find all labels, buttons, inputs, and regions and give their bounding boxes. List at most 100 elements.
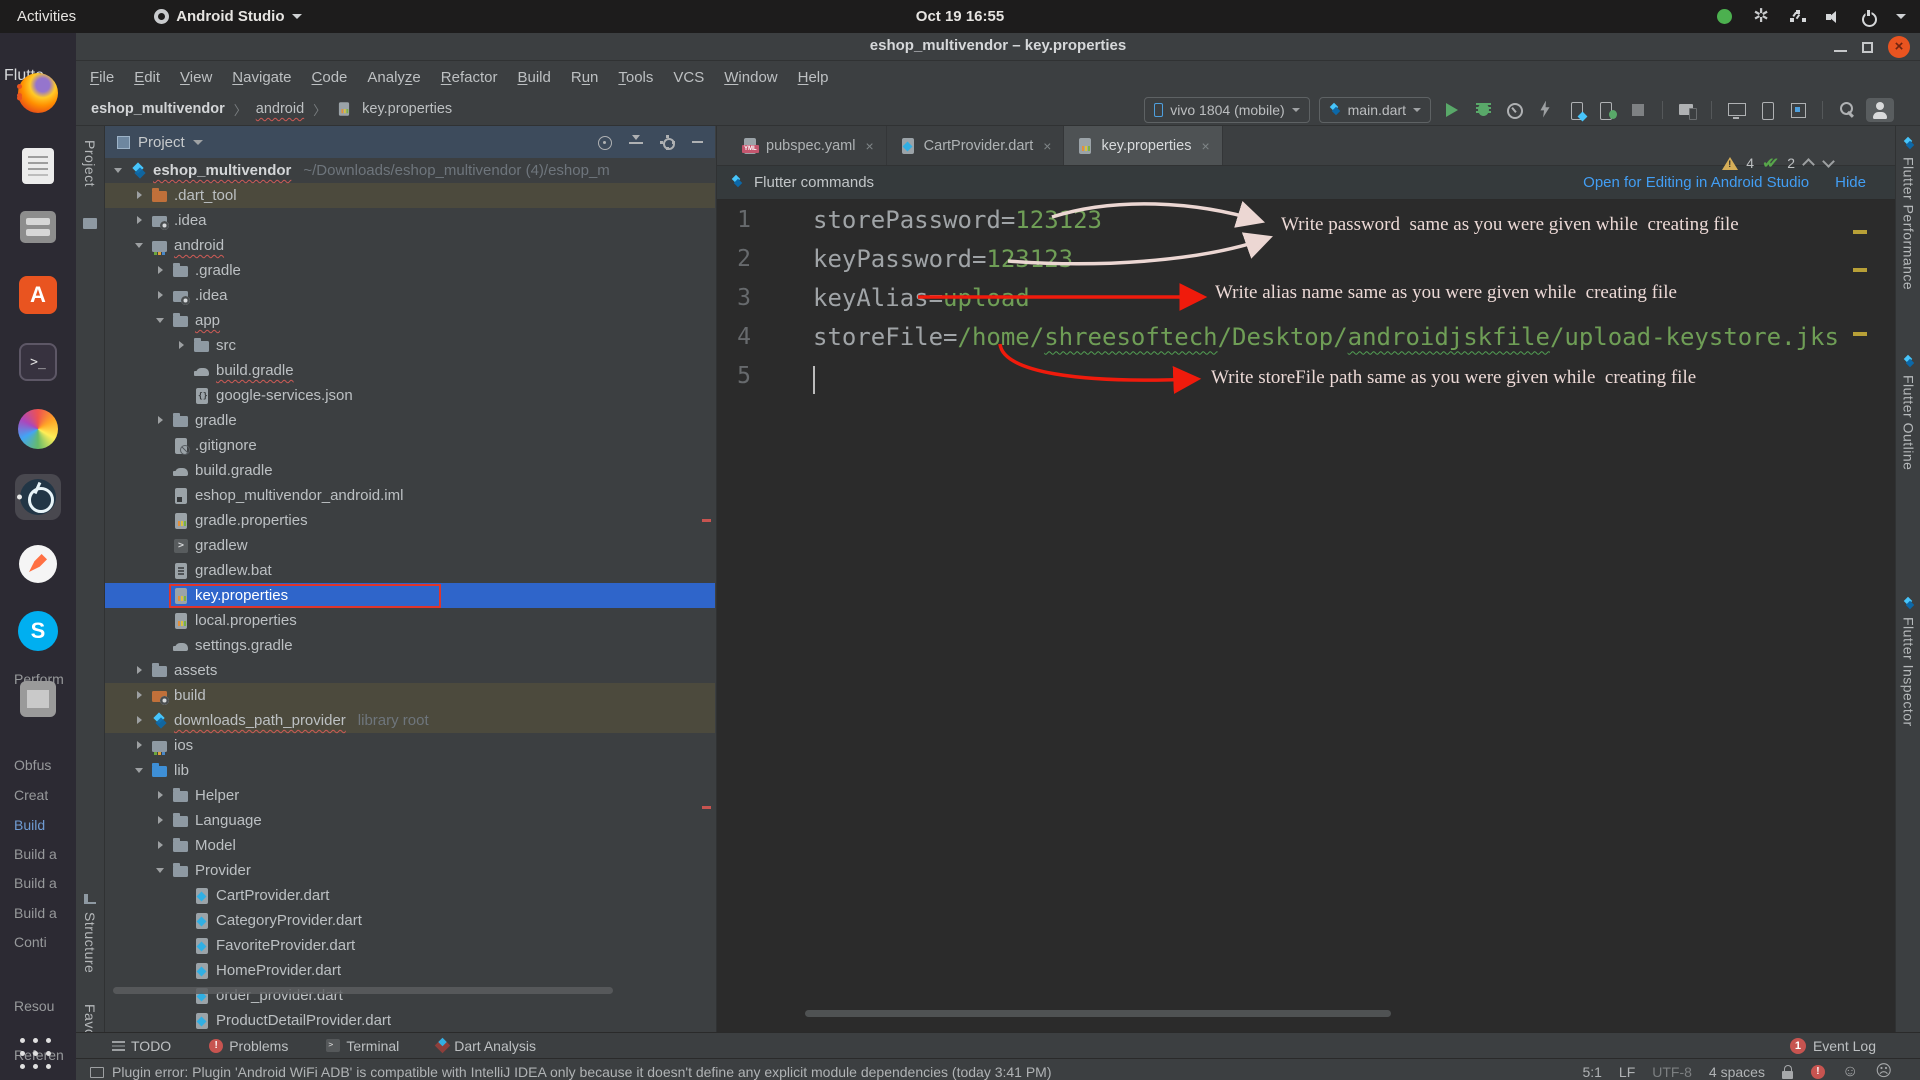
code-editor[interactable]: 1 storePassword=123123 2 keyPassword=123123… bbox=[717, 200, 1896, 1032]
status-green-icon[interactable] bbox=[1717, 9, 1733, 24]
menu-build[interactable]: Build bbox=[507, 69, 560, 86]
close-tab-icon[interactable]: × bbox=[1201, 138, 1209, 154]
hide-link[interactable]: Hide bbox=[1835, 174, 1866, 191]
chevron-right-icon[interactable] bbox=[134, 208, 146, 233]
breadcrumb-item[interactable]: eshop_multivendor bbox=[91, 101, 225, 117]
next-issue-icon[interactable] bbox=[1823, 157, 1835, 169]
stop-icon[interactable] bbox=[1626, 98, 1650, 122]
chevron-right-icon[interactable] bbox=[155, 408, 167, 433]
editor-tab-pubspec.yaml[interactable]: pubspec.yaml × bbox=[729, 126, 887, 165]
indent-setting[interactable]: 4 spaces bbox=[1709, 1064, 1765, 1080]
tree-row[interactable]: build.gradle bbox=[105, 358, 715, 383]
menu-refactor[interactable]: Refactor bbox=[431, 69, 508, 86]
minimize-button[interactable] bbox=[1834, 50, 1847, 52]
code-line[interactable]: 4 storeFile=/home/shreesoftech/Desktop/an… bbox=[717, 317, 1896, 356]
tool-window-button-dart-analysis[interactable]: Dart Analysis bbox=[434, 1038, 536, 1054]
menu-window[interactable]: Window bbox=[714, 69, 787, 86]
system-tray[interactable]: ✲ bbox=[1717, 0, 1906, 33]
menu-file[interactable]: File bbox=[80, 69, 124, 86]
chevron-down-icon[interactable] bbox=[134, 233, 146, 258]
close-tab-icon[interactable]: × bbox=[865, 138, 873, 154]
tree-row[interactable]: key.properties bbox=[105, 583, 715, 608]
previous-issue-icon[interactable] bbox=[1803, 157, 1815, 169]
show-applications-icon[interactable] bbox=[20, 1038, 56, 1074]
maximize-button[interactable] bbox=[1862, 41, 1873, 53]
chevron-right-icon[interactable] bbox=[134, 683, 146, 708]
tree-row[interactable]: CartProvider.dart bbox=[105, 883, 715, 908]
tree-row[interactable]: settings.gradle bbox=[105, 633, 715, 658]
dock-item-text-editor[interactable] bbox=[15, 143, 61, 189]
menu-navigate[interactable]: Navigate bbox=[222, 69, 301, 86]
chevron-right-icon[interactable] bbox=[155, 783, 167, 808]
event-log-button[interactable]: 1 Event Log bbox=[1789, 1037, 1876, 1054]
tool-tab-flutter-outline[interactable]: Flutter Outline bbox=[1896, 356, 1920, 470]
tree-row[interactable]: .dart_tool bbox=[105, 183, 715, 208]
tool-window-button-terminal[interactable]: > Terminal bbox=[326, 1038, 399, 1054]
tool-tab-flutter-inspector[interactable]: Flutter Inspector bbox=[1896, 598, 1920, 727]
tool-tab-project[interactable]: Project bbox=[82, 140, 98, 187]
line-separator[interactable]: LF bbox=[1619, 1064, 1635, 1080]
tree-horizontal-scrollbar[interactable] bbox=[113, 987, 613, 994]
tree-row[interactable]: .gradle bbox=[105, 258, 715, 283]
editor-tab-CartProvider.dart[interactable]: CartProvider.dart × bbox=[887, 126, 1065, 165]
tree-row[interactable]: assets bbox=[105, 658, 715, 683]
attach-icon[interactable] bbox=[1533, 98, 1557, 122]
breadcrumb-item[interactable]: key.properties bbox=[362, 101, 452, 117]
happy-face-icon[interactable]: ☺ bbox=[1842, 1064, 1858, 1080]
chevron-down-icon[interactable] bbox=[134, 758, 146, 783]
tree-row[interactable]: gradle bbox=[105, 408, 715, 433]
collapse-all-icon[interactable] bbox=[629, 134, 643, 150]
device-file-explorer-icon[interactable] bbox=[1755, 98, 1779, 122]
tree-row[interactable]: .idea bbox=[105, 208, 715, 233]
profile-icon[interactable] bbox=[1502, 98, 1526, 122]
close-button[interactable]: × bbox=[1888, 36, 1910, 58]
settings-gear-icon[interactable] bbox=[660, 134, 675, 150]
tree-row[interactable]: eshop_multivendor ~/Downloads/eshop_multi… bbox=[105, 158, 715, 183]
tree-row[interactable]: app bbox=[105, 308, 715, 333]
tree-row[interactable]: ProductDetailProvider.dart bbox=[105, 1008, 715, 1032]
chevron-right-icon[interactable] bbox=[134, 733, 146, 758]
asterisk-app-icon[interactable]: ✲ bbox=[1753, 7, 1769, 26]
run-icon[interactable] bbox=[1440, 98, 1464, 122]
close-tab-icon[interactable]: × bbox=[1043, 138, 1051, 154]
tree-row[interactable]: gradle.properties bbox=[105, 508, 715, 533]
menu-analyze[interactable]: Analyze bbox=[357, 69, 430, 86]
tree-row[interactable]: Model bbox=[105, 833, 715, 858]
tool-tab-flutter-performance[interactable]: Flutter Performance bbox=[1896, 138, 1920, 290]
dock-item-android-studio[interactable] bbox=[15, 474, 61, 520]
editor-horizontal-scrollbar[interactable] bbox=[805, 1010, 1391, 1017]
tree-row[interactable]: .gitignore bbox=[105, 433, 715, 458]
search-icon[interactable] bbox=[1835, 98, 1859, 122]
chevron-right-icon[interactable] bbox=[155, 808, 167, 833]
chevron-right-icon[interactable] bbox=[134, 658, 146, 683]
tool-window-button-problems[interactable]: ! Problems bbox=[209, 1038, 288, 1054]
file-encoding[interactable]: UTF-8 bbox=[1652, 1064, 1692, 1080]
user-avatar-button[interactable] bbox=[1866, 97, 1894, 122]
dock-item-ubuntu-software[interactable]: A bbox=[15, 272, 61, 318]
chevron-right-icon[interactable] bbox=[155, 283, 167, 308]
breadcrumb-item[interactable]: android bbox=[256, 101, 304, 117]
dock-item-image-viewer[interactable] bbox=[15, 676, 61, 722]
tree-row[interactable]: gradlew.bat bbox=[105, 558, 715, 583]
dock-item-firefox[interactable] bbox=[15, 70, 61, 116]
tree-row[interactable]: gradlew bbox=[105, 533, 715, 558]
dock-item-file-manager[interactable] bbox=[15, 204, 61, 250]
locate-icon[interactable] bbox=[597, 135, 612, 150]
tree-row[interactable]: downloads_path_provider library root bbox=[105, 708, 715, 733]
tree-row[interactable]: HomeProvider.dart bbox=[105, 958, 715, 983]
resource-manager-icon[interactable] bbox=[1786, 98, 1810, 122]
menu-run[interactable]: Run bbox=[561, 69, 609, 86]
layout-inspector-icon[interactable] bbox=[1724, 98, 1748, 122]
chevron-down-icon[interactable] bbox=[155, 858, 167, 883]
open-for-editing-link[interactable]: Open for Editing in Android Studio bbox=[1583, 174, 1809, 191]
tool-tab-structure[interactable]: Structure bbox=[82, 912, 98, 973]
lock-icon[interactable] bbox=[1781, 1065, 1794, 1079]
chevron-down-icon[interactable] bbox=[155, 308, 167, 333]
error-circle-icon[interactable]: ! bbox=[1810, 1065, 1825, 1079]
device-manager-icon[interactable] bbox=[1675, 98, 1699, 122]
menu-vcs[interactable]: VCS bbox=[663, 69, 714, 86]
tree-row[interactable]: lib bbox=[105, 758, 715, 783]
tree-row[interactable]: google-services.json bbox=[105, 383, 715, 408]
menu-edit[interactable]: Edit bbox=[124, 69, 170, 86]
tree-row[interactable]: Language bbox=[105, 808, 715, 833]
